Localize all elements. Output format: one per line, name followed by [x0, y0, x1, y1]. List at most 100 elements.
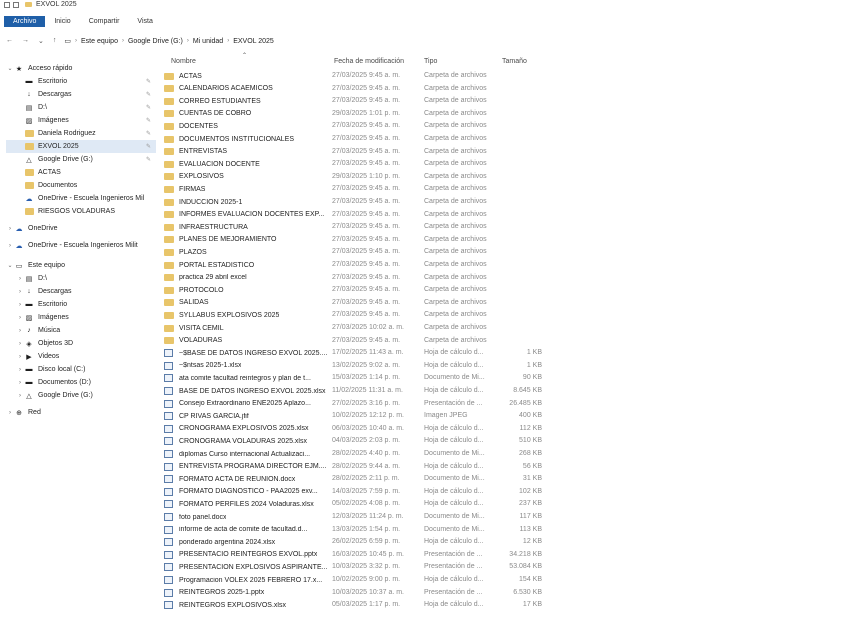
file-row[interactable]: CRONOGRAMA VOLADURAS 2025.xlsx 04/03/2025…	[164, 437, 564, 448]
sidebar-item[interactable]: › ▬ Disco local (C:)	[6, 363, 156, 376]
file-row[interactable]: diplomas Curso internacional Actualizaci…	[164, 450, 564, 461]
pin-icon[interactable]: ✎	[146, 91, 151, 98]
up-arrow-icon[interactable]: ↑	[53, 37, 57, 45]
file-row[interactable]: foto panel.docx 12/03/2025 11:24 p. m. Doc…	[164, 513, 564, 524]
pin-icon[interactable]: ✎	[146, 156, 151, 163]
sidebar-item[interactable]: › ▤ D:\	[6, 272, 156, 285]
chevron-right-icon[interactable]: ›	[16, 289, 24, 295]
file-row[interactable]: ENTREVISTA PROGRAMA DIRECTOR EJM.... 28/0…	[164, 462, 564, 474]
sidebar-item[interactable]: › ☁ OneDrive - Escuela Ingenieros Milit	[6, 239, 156, 252]
chevron-right-icon[interactable]: ›	[16, 315, 24, 321]
file-row[interactable]: DOCUMENTOS INSTITUCIONALES 27/03/2025 9:4…	[164, 135, 564, 146]
sidebar-item[interactable]: › ◈ Objetos 3D	[6, 337, 156, 350]
file-row[interactable]: Programacion VOLEX 2025 FEBRERO 17.x... 1…	[164, 576, 564, 587]
tab-archivo[interactable]: Archivo	[4, 15, 46, 27]
file-row[interactable]: REINTEGROS 2025-1.pptx 10/03/2025 10:37 a…	[164, 588, 564, 600]
file-row[interactable]: PLAZOS 27/03/2025 9:45 a. m. Carpeta de ar…	[164, 248, 564, 259]
sidebar-item[interactable]: ⌄ ▭ Este equipo	[6, 259, 156, 272]
file-row[interactable]: ata comite facultad reintegros y plan de…	[164, 374, 564, 385]
pin-icon[interactable]: ✎	[146, 78, 151, 85]
sidebar-item[interactable]: ACTAS	[6, 166, 156, 179]
column-header-name[interactable]: Nombre	[171, 58, 196, 65]
file-row[interactable]: Consejo Extraordinario ENE2025 Aplazo...…	[164, 399, 564, 411]
file-row[interactable]: CORREO ESTUDIANTES 27/03/2025 9:45 a. m. C…	[164, 97, 564, 108]
sidebar-item[interactable]: ⌄ ★ Acceso rápido	[6, 62, 156, 75]
breadcrumb-google-drive[interactable]: Google Drive (G:)	[128, 38, 183, 45]
forward-arrow-icon[interactable]: →	[22, 37, 29, 45]
chevron-right-icon[interactable]: ›	[16, 380, 24, 386]
sidebar-item[interactable]: › ♪ Música	[6, 324, 156, 337]
sidebar-item[interactable]: △ Google Drive (G:) ✎	[6, 153, 156, 166]
sidebar-item[interactable]: ▬ Escritorio ✎	[6, 75, 156, 88]
file-row[interactable]: PROTOCOLO 27/03/2025 9:45 a. m. Carpeta de…	[164, 286, 564, 297]
chevron-right-icon[interactable]: ›	[6, 243, 14, 249]
chevron-right-icon[interactable]: ›	[16, 276, 24, 282]
file-row[interactable]: PRESENTACION EXPLOSIVOS ASPIRANTE... 10/0…	[164, 563, 564, 574]
file-row[interactable]: VOLADURAS 27/03/2025 9:45 a. m. Carpeta de…	[164, 337, 564, 348]
file-row[interactable]: CP RIVAS GARCIA.jfif 10/02/2025 12:12 p. …	[164, 412, 564, 423]
file-row[interactable]: SALIDAS 27/03/2025 9:45 a. m. Carpeta de a…	[164, 299, 564, 310]
pin-icon[interactable]: ✎	[146, 117, 151, 124]
file-row[interactable]: INFORMES EVALUACION DOCENTES EXP... 27/03…	[164, 211, 564, 222]
chevron-down-icon[interactable]: ⌄	[6, 262, 14, 269]
file-row[interactable]: PRESENTACIO REINTEGROS EXVOL.pptx 16/03/2…	[164, 550, 564, 562]
sidebar-item[interactable]: › ⊕ Red	[6, 406, 156, 419]
sidebar-item[interactable]: Daniela Rodriguez ✎	[6, 127, 156, 140]
sidebar-item[interactable]: RIESGOS VOLADURAS	[6, 205, 156, 218]
chevron-right-icon[interactable]: ›	[16, 393, 24, 399]
chevron-right-icon[interactable]: ›	[16, 302, 24, 308]
file-row[interactable]: FORMATO PERFILES 2024 Voladuras.xlsx 05/0…	[164, 500, 564, 511]
properties-icon[interactable]	[4, 1, 10, 8]
file-row[interactable]: CRONOGRAMA EXPLOSIVOS 2025.xlsx 06/03/202…	[164, 424, 564, 436]
chevron-right-icon[interactable]: ›	[16, 354, 24, 360]
file-row[interactable]: EVALUACION DOCENTE 27/03/2025 9:45 a. m. C…	[164, 160, 564, 171]
file-row[interactable]: informe de acta de comite de facultad.d.…	[164, 525, 564, 537]
sidebar-item[interactable]: › ↓ Descargas	[6, 285, 156, 298]
file-row[interactable]: VISITA CEMIL 27/03/2025 10:02 a. m. Carpet…	[164, 324, 564, 335]
sidebar-item[interactable]: ▤ D:\ ✎	[6, 101, 156, 114]
chevron-right-icon[interactable]: ›	[16, 341, 24, 347]
sidebar-item[interactable]: ↓ Descargas ✎	[6, 88, 156, 101]
sidebar-item[interactable]: ▨ Imágenes ✎	[6, 114, 156, 127]
sidebar-item[interactable]: › ▬ Escritorio	[6, 298, 156, 311]
file-row[interactable]: DOCENTES 27/03/2025 9:45 a. m. Carpeta de …	[164, 122, 564, 133]
sidebar-item[interactable]: › ▬ Documentos (D:)	[6, 376, 156, 389]
file-row[interactable]: PLANES DE MEJORAMIENTO 27/03/2025 9:45 a.…	[164, 236, 564, 247]
pin-icon[interactable]: ✎	[146, 104, 151, 111]
chevron-right-icon[interactable]: ›	[6, 226, 14, 232]
sidebar-item[interactable]: › △ Google Drive (G:)	[6, 389, 156, 402]
file-row[interactable]: INDUCCION 2025-1 27/03/2025 9:45 a. m. Car…	[164, 198, 564, 209]
file-row[interactable]: FORMATO ACTA DE REUNION.docx 28/02/2025 2…	[164, 475, 564, 486]
breadcrumb-este-equipo[interactable]: Este equipo	[81, 38, 118, 45]
sidebar-item[interactable]: EXVOL 2025 ✎	[6, 140, 156, 153]
pin-icon[interactable]: ✎	[146, 143, 151, 150]
file-row[interactable]: BASE DE DATOS INGRESO EXVOL 2025.xlsx 11/…	[164, 387, 564, 398]
chevron-right-icon[interactable]: ›	[16, 367, 24, 373]
file-row[interactable]: CUENTAS DE COBRO 29/03/2025 1:01 p. m. Car…	[164, 110, 564, 121]
pin-icon[interactable]: ✎	[146, 130, 151, 137]
file-row[interactable]: ponderado argentina 2024.xlsx 26/02/2025 …	[164, 538, 564, 549]
recent-chevron-icon[interactable]: ⌄	[38, 37, 44, 45]
back-arrow-icon[interactable]: ←	[6, 37, 13, 45]
file-row[interactable]: ~$BASE DE DATOS INGRESO EXVOL 2025.... 17…	[164, 349, 564, 360]
file-row[interactable]: REINTEGROS EXPLOSIVOS.xlsx 05/03/2025 1:1…	[164, 601, 564, 612]
file-row[interactable]: practica 29 abril excel 27/03/2025 9:45 a…	[164, 274, 564, 285]
sidebar-item[interactable]: Documentos	[6, 179, 156, 192]
file-row[interactable]: PORTAL ESTADISTICO 27/03/2025 9:45 a. m. C…	[164, 261, 564, 272]
new-folder-icon[interactable]	[13, 1, 19, 8]
sidebar-item[interactable]: ☁ OneDrive - Escuela Ingenieros Mil	[6, 192, 156, 205]
sidebar-item[interactable]: › ☁ OneDrive	[6, 222, 156, 235]
file-row[interactable]: CALENDARIOS ACAEMICOS 27/03/2025 9:45 a. …	[164, 85, 564, 96]
file-row[interactable]: ~$ntsas 2025-1.xlsx 13/02/2025 9:02 a. m.…	[164, 361, 564, 373]
sidebar-item[interactable]: › ▶ Videos	[6, 350, 156, 363]
file-row[interactable]: FORMATO DIAGNOSTICO - PAA2025 exv... 14/0…	[164, 487, 564, 499]
file-row[interactable]: SYLLABUS EXPLOSIVOS 2025 27/03/2025 9:45 …	[164, 311, 564, 322]
file-row[interactable]: EXPLOSIVOS 29/03/2025 1:10 p. m. Carpeta d…	[164, 173, 564, 184]
file-row[interactable]: FIRMAS 27/03/2025 9:45 a. m. Carpeta de ar…	[164, 185, 564, 196]
sidebar-item[interactable]: › ▨ Imágenes	[6, 311, 156, 324]
chevron-down-icon[interactable]: ⌄	[6, 65, 14, 72]
tab-inicio[interactable]: Inicio	[45, 16, 79, 27]
column-header-date[interactable]: Fecha de modificación	[334, 58, 404, 65]
column-header-type[interactable]: Tipo	[424, 58, 437, 65]
file-row[interactable]: INFRAESTRUCTURA 27/03/2025 9:45 a. m. Carp…	[164, 223, 564, 234]
